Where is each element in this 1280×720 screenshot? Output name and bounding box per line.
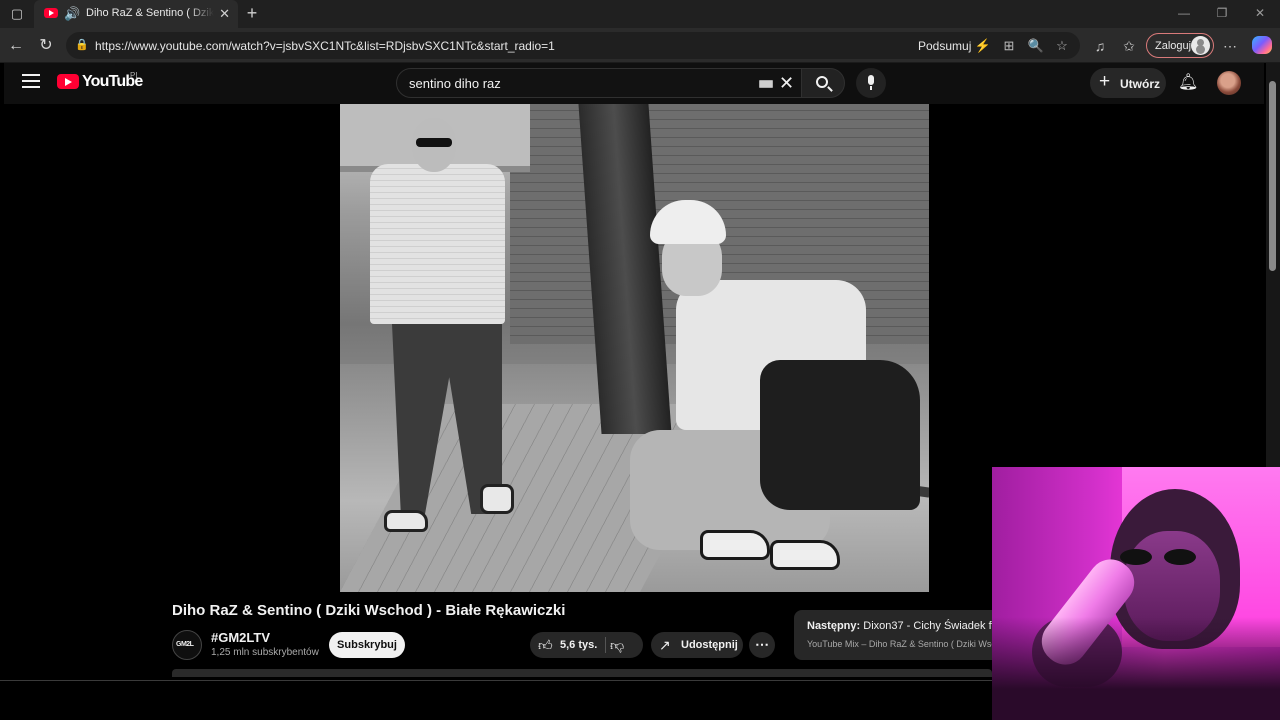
summarize-icon[interactable]: ⚡ <box>974 37 992 54</box>
menu-icon[interactable] <box>22 74 40 88</box>
tab-close-icon[interactable]: ✕ <box>219 5 230 23</box>
channel-name[interactable]: #GM2LTV <box>211 630 270 645</box>
subscriber-count: 1,25 mln subskrybentów <box>211 647 319 658</box>
video-figure-crouching <box>620 200 929 592</box>
like-count: 5,6 tys. <box>560 639 598 651</box>
description-box-edge[interactable] <box>172 669 992 677</box>
subscribe-button[interactable]: Subskrybuj <box>329 632 405 658</box>
lock-icon[interactable]: 🔒 <box>75 37 89 54</box>
voice-search-button[interactable] <box>856 68 886 98</box>
up-next-subtitle: YouTube Mix – Diho RaZ & Sentino ( Dziki… <box>807 639 996 649</box>
login-label: Zaloguj <box>1155 40 1192 52</box>
search-input[interactable] <box>397 69 747 97</box>
video-figure-standing <box>370 118 514 548</box>
webcam-sunglasses <box>1120 549 1200 567</box>
url-text[interactable]: https://www.youtube.com/watch?v=jsbvSXC1… <box>95 39 555 53</box>
share-button[interactable]: ↗ Udostępnij <box>651 632 743 658</box>
channel-avatar-text: GM2L <box>176 641 194 648</box>
reload-icon[interactable]: ↻ <box>35 35 57 57</box>
minimize-icon[interactable]: — <box>1174 4 1194 22</box>
search-icon <box>816 76 828 88</box>
like-dislike-group: 👍︎ 5,6 tys. 👎︎ <box>530 632 643 658</box>
up-next-prefix: Następny: <box>807 620 861 632</box>
back-arrow-icon[interactable]: ← <box>5 35 27 57</box>
plus-icon: + <box>1099 71 1111 92</box>
share-label: Udostępnij <box>681 639 738 651</box>
up-next-card[interactable]: Następny: Dixon37 - Cichy Świadek ft. B … <box>794 610 1004 660</box>
thumbs-down-icon[interactable]: 👎︎ <box>610 635 624 655</box>
restore-icon[interactable]: ❐ <box>1212 4 1232 22</box>
browser-toolbar: ← ↻ 🔒 https://www.youtube.com/watch?v=js… <box>0 28 1280 63</box>
favorites-icon[interactable]: ✩ <box>1119 37 1139 55</box>
video-title: Diho RaZ & Sentino ( Dziki Wschod ) - Bi… <box>172 602 566 619</box>
favorite-star-icon[interactable]: ☆ <box>1053 37 1071 54</box>
new-tab-icon[interactable]: + <box>242 3 262 23</box>
clear-search-icon[interactable]: ✕ <box>779 72 794 94</box>
channel-avatar[interactable]: GM2L <box>172 630 202 660</box>
youtube-header: YouTube PL ✕ + Utwórz 🔔︎ <box>4 63 1264 104</box>
region-code: PL <box>130 71 140 80</box>
app-grid-icon[interactable]: ⊞ <box>1000 37 1018 54</box>
browser-tab[interactable]: 🔊 Diho RaZ & Sentino ( Dziki Wschod ) - … <box>34 0 238 28</box>
youtube-favicon-icon <box>44 8 58 18</box>
more-actions-icon[interactable]: ⋯ <box>749 632 775 658</box>
browser-tab-bar: ▢ 🔊 Diho RaZ & Sentino ( Dziki Wschod ) … <box>0 0 1280 28</box>
up-next-title: Dixon37 - Cichy Świadek ft. B <box>863 620 1004 632</box>
search-box[interactable]: ✕ <box>396 68 802 98</box>
search-button[interactable] <box>801 68 845 98</box>
thumbs-up-icon: 👍︎ <box>538 637 553 653</box>
speaker-icon[interactable]: 🔊 <box>64 5 80 23</box>
create-button[interactable]: + Utwórz <box>1090 68 1166 98</box>
summarize-button[interactable]: Podsumuj <box>918 39 971 53</box>
extensions-icon[interactable]: ♫ <box>1090 37 1110 55</box>
like-divider <box>605 637 606 653</box>
webcam-overlay <box>992 467 1280 720</box>
more-menu-icon[interactable]: ⋯ <box>1220 37 1240 55</box>
scrollbar-thumb[interactable] <box>1269 81 1276 271</box>
login-button[interactable]: Zaloguj <box>1146 33 1214 58</box>
create-label: Utwórz <box>1120 77 1160 91</box>
notifications-bell-icon[interactable]: 🔔︎ <box>1178 73 1198 93</box>
window-close-icon[interactable]: ✕ <box>1250 4 1270 22</box>
share-arrow-icon: ↗ <box>659 637 671 653</box>
youtube-logo-icon[interactable] <box>57 74 79 89</box>
tab-actions-icon[interactable]: ▢ <box>8 5 26 23</box>
keyboard-icon[interactable] <box>759 80 773 88</box>
copilot-icon[interactable] <box>1252 36 1272 54</box>
microphone-icon <box>868 75 874 90</box>
tab-title: Diho RaZ & Sentino ( Dziki Wschod ) - Bi… <box>86 7 214 19</box>
user-avatar[interactable] <box>1217 71 1241 95</box>
profile-avatar-icon <box>1191 36 1210 55</box>
webcam-shadow <box>992 617 1280 720</box>
zoom-icon[interactable]: 🔍 <box>1027 37 1045 54</box>
video-frame[interactable] <box>340 104 929 592</box>
like-button[interactable]: 👍︎ 5,6 tys. <box>530 632 604 658</box>
up-next-title-line: Następny: Dixon37 - Cichy Świadek ft. B <box>807 620 1004 632</box>
address-bar[interactable]: 🔒 https://www.youtube.com/watch?v=jsbvSX… <box>66 32 1080 59</box>
